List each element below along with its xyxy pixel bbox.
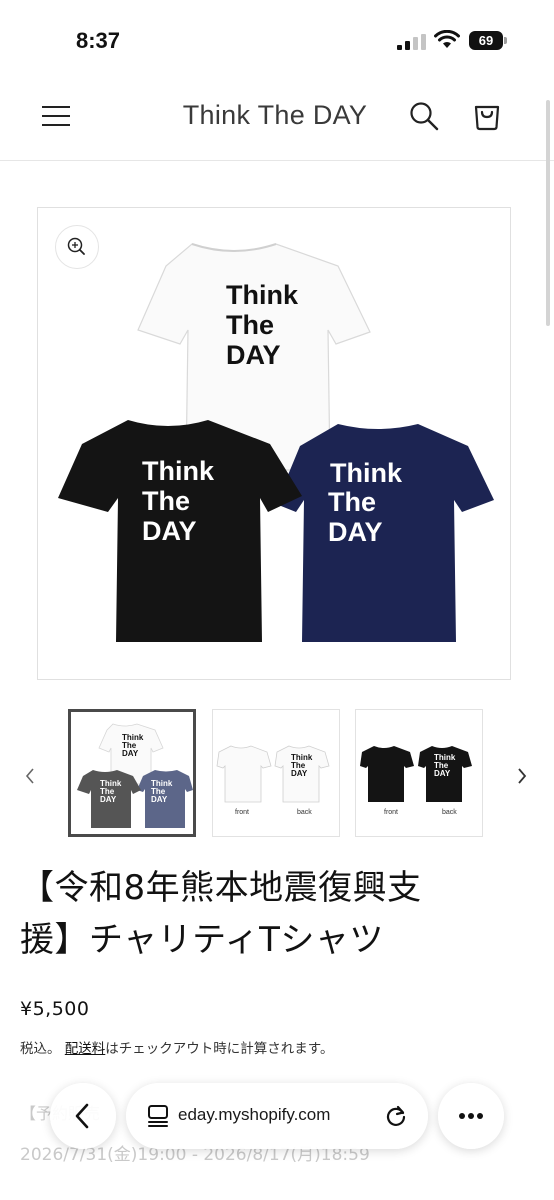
chevron-right-icon[interactable] (512, 766, 532, 786)
product-main-image[interactable]: Think The DAY Think The DAY Think The DA… (37, 207, 511, 680)
thumbnail-label-front: front (384, 809, 399, 816)
shirt-print-line: Think (330, 458, 403, 488)
tax-shipping-note: 税込。 配送料はチェックアウト時に計算されます。 (20, 1037, 333, 1057)
battery-icon: 69 (469, 31, 509, 50)
battery-level: 69 (469, 31, 503, 50)
thumbnail-image: Think The DAY Think The DAY Think The DA… (77, 723, 193, 828)
thumbnail-carousel: Think The DAY Think The DAY Think The DA… (0, 706, 554, 838)
status-bar: 8:37 69 (0, 0, 554, 80)
status-time: 8:37 (76, 28, 121, 53)
shirt-print-line: DAY (151, 795, 168, 804)
search-icon[interactable] (408, 100, 440, 132)
product-title-line2: 援】チャリティTシャツ (20, 920, 384, 960)
product-price: ¥5,500 (20, 998, 90, 1020)
product-title-line1: 【令和8年熊本地震復興支 (20, 868, 422, 908)
thumbnail-3[interactable]: Think The DAY front back (355, 709, 483, 837)
browser-back-button[interactable] (50, 1083, 116, 1149)
tshirt-group-image: Think The DAY Think The DAY Think The DA… (58, 243, 494, 642)
thumbnail-label-back: back (297, 809, 312, 816)
shirt-print-line: DAY (142, 516, 197, 546)
site-header: Think The DAY (0, 80, 554, 161)
thumbnail-label-front: front (235, 809, 250, 816)
thumbnail-label-back: back (442, 809, 457, 816)
signal-icon (397, 34, 426, 50)
shirt-print-line: The (328, 487, 376, 517)
shirt-print-line: Think (226, 280, 299, 310)
thumbnail-1[interactable]: Think The DAY Think The DAY Think The DA… (68, 709, 196, 837)
browser-more-button[interactable] (438, 1083, 504, 1149)
thumbnail-image: Think The DAY (360, 746, 472, 802)
shirt-print-line: DAY (100, 795, 117, 804)
hamburger-menu-icon[interactable] (42, 102, 70, 130)
thumbnail-image: Think The DAY (216, 745, 330, 803)
shirt-print-line: The (142, 486, 190, 516)
reload-icon[interactable] (382, 1102, 410, 1130)
battery-tip (504, 37, 507, 44)
page-scrollbar[interactable] (546, 100, 550, 326)
shirt-print-line: The (226, 310, 274, 340)
thumbnail-2[interactable]: Think The DAY front back (212, 709, 340, 837)
shirt-print-line: Think (142, 456, 215, 486)
tabs-icon[interactable] (144, 1103, 172, 1129)
cart-icon[interactable] (470, 98, 504, 132)
zoom-in-icon (67, 237, 85, 255)
shirt-print-line: DAY (328, 517, 383, 547)
wifi-icon (434, 30, 460, 48)
shirt-print-line: DAY (291, 769, 308, 778)
tax-included-text: 税込。 (20, 1041, 61, 1057)
shirt-print-line: DAY (434, 769, 451, 778)
shipping-link[interactable]: 配送料 (65, 1041, 106, 1057)
back-arrow-icon (75, 1103, 89, 1129)
product-title: 【令和8年熊本地震復興支 援】チャリティTシャツ (20, 862, 540, 966)
navy-tshirt (276, 424, 494, 642)
url-text[interactable]: eday.myshopify.com (178, 1105, 330, 1125)
tax-rest-text: はチェックアウト時に計算されます。 (105, 1041, 334, 1057)
site-title[interactable]: Think The DAY (120, 100, 430, 131)
browser-address-bar[interactable]: eday.myshopify.com (126, 1083, 428, 1149)
shirt-print-line: DAY (226, 340, 281, 370)
chevron-left-icon[interactable] (20, 766, 40, 786)
zoom-button[interactable] (55, 225, 99, 269)
shirt-print-line: DAY (122, 749, 139, 758)
more-dots-icon (459, 1113, 483, 1119)
